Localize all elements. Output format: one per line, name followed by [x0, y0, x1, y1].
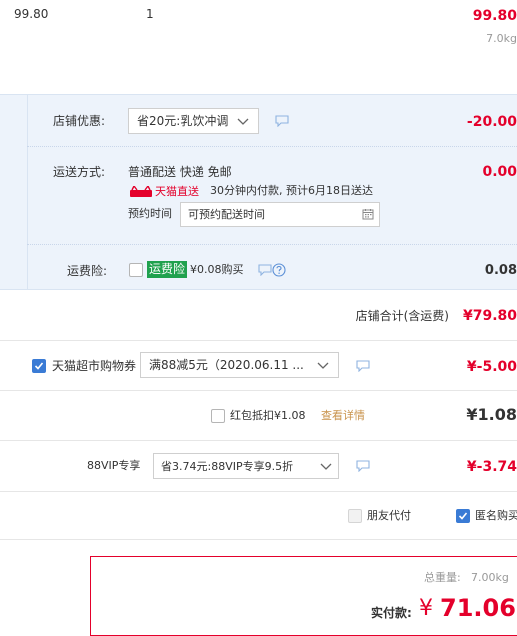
message-icon[interactable]	[258, 264, 272, 276]
item-weight: 7.0kg	[486, 32, 517, 45]
redpacket-checkbox[interactable]	[211, 409, 225, 423]
vip-label: 88VIP专享	[87, 459, 141, 472]
shipping-label: 运送方式:	[53, 165, 106, 179]
vip-select[interactable]: 省3.74元:88VIP专享9.5折	[153, 453, 339, 479]
check-icon	[458, 512, 468, 520]
appointment-placeholder: 可预约配送时间	[188, 208, 265, 221]
chevron-down-icon	[317, 362, 329, 369]
total-weight-label: 总重量:	[424, 571, 461, 584]
friend-pay-label: 朋友代付	[367, 509, 411, 522]
appointment-label: 预约时间	[128, 207, 172, 220]
shop-discount-label: 店铺优惠:	[53, 114, 106, 128]
calendar-icon	[362, 209, 374, 220]
redpacket-amount: ¥1.08	[466, 405, 517, 424]
vip-select-value: 省3.74元:88VIP专享9.5折	[161, 460, 294, 473]
shipping-amount: 0.00	[482, 164, 517, 180]
shop-discount-amount: -20.00	[466, 114, 517, 130]
tmall-direct-badge: 天猫直送	[155, 185, 199, 198]
chevron-down-icon	[320, 463, 332, 470]
message-icon[interactable]	[275, 115, 289, 127]
coupon-checkbox[interactable]	[32, 359, 46, 373]
redpacket-detail-link[interactable]: 查看详情	[321, 409, 365, 423]
pay-currency: ¥	[419, 596, 433, 621]
message-icon[interactable]	[356, 360, 370, 372]
total-weight-value: 7.00kg	[471, 571, 509, 584]
tmall-logo-icon	[130, 186, 152, 197]
unit-price: 99.80	[14, 7, 49, 21]
check-icon	[34, 362, 44, 370]
friend-pay-checkbox[interactable]	[348, 509, 362, 523]
insurance-label: 运费险:	[67, 264, 108, 278]
insurance-tag: 运费险	[147, 261, 188, 278]
chevron-down-icon	[237, 118, 249, 125]
shop-discount-select-value: 省20元:乳饮冲调	[137, 114, 229, 128]
insurance-amount: 0.08	[484, 263, 517, 278]
shipping-note: 30分钟内付款, 预计6月18日送达	[210, 184, 373, 197]
message-icon[interactable]	[356, 460, 370, 472]
pay-label: 实付款:	[371, 606, 412, 620]
shop-total-label: 店铺合计(含运费)	[355, 309, 449, 323]
item-subtotal: 99.80	[472, 8, 517, 24]
quantity: 1	[146, 7, 154, 21]
pay-amount: 71.06	[440, 594, 516, 622]
shipping-method: 普通配送 快递 免邮	[128, 165, 232, 179]
anonymous-label: 匿名购买	[475, 509, 517, 522]
coupon-label: 天猫超市购物券	[52, 359, 137, 373]
shop-discount-select[interactable]: 省20元:乳饮冲调	[128, 108, 259, 134]
coupon-select[interactable]: 满88减5元（2020.06.11 ...	[140, 352, 339, 378]
insurance-checkbox[interactable]	[129, 263, 143, 277]
anonymous-checkbox[interactable]	[456, 509, 470, 523]
redpacket-label: 红包抵扣¥1.08	[230, 409, 306, 422]
shop-total-amount: ¥79.80	[462, 308, 517, 324]
coupon-select-value: 满88减5元（2020.06.11 ...	[149, 358, 304, 372]
help-icon[interactable]	[272, 263, 286, 277]
appointment-input[interactable]: 可预约配送时间	[180, 202, 380, 227]
vip-amount: ¥-3.74	[466, 459, 517, 475]
insurance-price: ¥0.08购买	[190, 263, 244, 276]
coupon-amount: ¥-5.00	[466, 359, 517, 375]
